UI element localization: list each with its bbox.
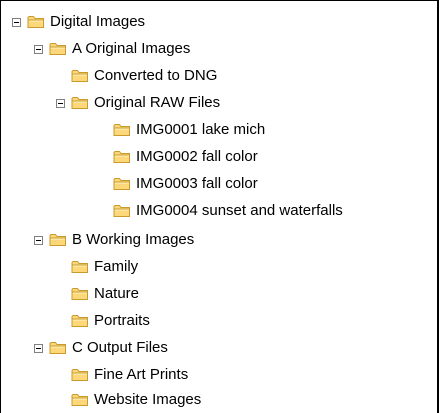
minus-box-icon[interactable]	[56, 98, 65, 108]
folder-icon	[71, 287, 89, 301]
tree-node-label: IMG0004 sunset and waterfalls	[136, 202, 343, 219]
folder-icon	[49, 233, 67, 247]
folder-icon	[113, 123, 131, 137]
tree-node-label: IMG0001 lake mich	[136, 121, 266, 138]
folder-icon	[71, 314, 89, 328]
minus-box-icon[interactable]	[34, 235, 43, 245]
folder-icon	[71, 368, 89, 382]
folder-icon	[71, 96, 89, 110]
folder-tree-panel: Digital Images A Original Images Convert…	[0, 0, 439, 413]
tree-node-c-output-files[interactable]: C Output Files	[34, 339, 168, 357]
minus-box-icon[interactable]	[12, 17, 21, 27]
folder-icon	[113, 177, 131, 191]
tree-node-label: B Working Images	[72, 231, 195, 248]
tree-node-nature[interactable]: Nature	[71, 285, 139, 303]
tree-node-fine-art-prints[interactable]: Fine Art Prints	[71, 366, 188, 384]
tree-node-label: Fine Art Prints	[94, 366, 189, 383]
tree-node-label: Digital Images	[50, 13, 146, 30]
folder-icon	[113, 150, 131, 164]
folder-icon	[49, 341, 67, 355]
folder-icon	[49, 42, 67, 56]
tree-node-img0001[interactable]: IMG0001 lake mich	[113, 121, 265, 139]
tree-node-label: IMG0003 fall color	[136, 175, 258, 192]
tree-node-original-raw-files[interactable]: Original RAW Files	[56, 94, 220, 112]
tree-node-website-images[interactable]: Website Images	[71, 391, 201, 409]
folder-icon	[113, 204, 131, 218]
tree-node-label: IMG0002 fall color	[136, 148, 258, 165]
tree-node-img0004[interactable]: IMG0004 sunset and waterfalls	[113, 202, 343, 220]
tree-node-portraits[interactable]: Portraits	[71, 312, 150, 330]
folder-icon	[71, 393, 89, 407]
tree-node-label: Family	[94, 258, 139, 275]
tree-node-label: Portraits	[94, 312, 150, 329]
folder-icon	[71, 260, 89, 274]
tree-node-digital-images[interactable]: Digital Images	[12, 13, 145, 31]
tree-node-family[interactable]: Family	[71, 258, 138, 276]
tree-node-label: Original RAW Files	[94, 94, 221, 111]
tree-node-label: Converted to DNG	[94, 67, 218, 84]
tree-node-label: C Output Files	[72, 339, 168, 356]
tree-node-label: A Original Images	[72, 40, 191, 57]
tree-node-label: Website Images	[94, 391, 202, 408]
tree-node-img0002[interactable]: IMG0002 fall color	[113, 148, 258, 166]
tree-node-label: Nature	[94, 285, 140, 302]
folder-tree: Digital Images A Original Images Convert…	[1, 1, 437, 413]
tree-node-img0003[interactable]: IMG0003 fall color	[113, 175, 258, 193]
folder-icon	[27, 15, 45, 29]
minus-box-icon[interactable]	[34, 44, 43, 54]
tree-node-a-original-images[interactable]: A Original Images	[34, 40, 190, 58]
minus-box-icon[interactable]	[34, 343, 43, 353]
tree-node-b-working-images[interactable]: B Working Images	[34, 231, 194, 249]
folder-icon	[71, 69, 89, 83]
tree-node-converted-to-dng[interactable]: Converted to DNG	[56, 67, 217, 85]
